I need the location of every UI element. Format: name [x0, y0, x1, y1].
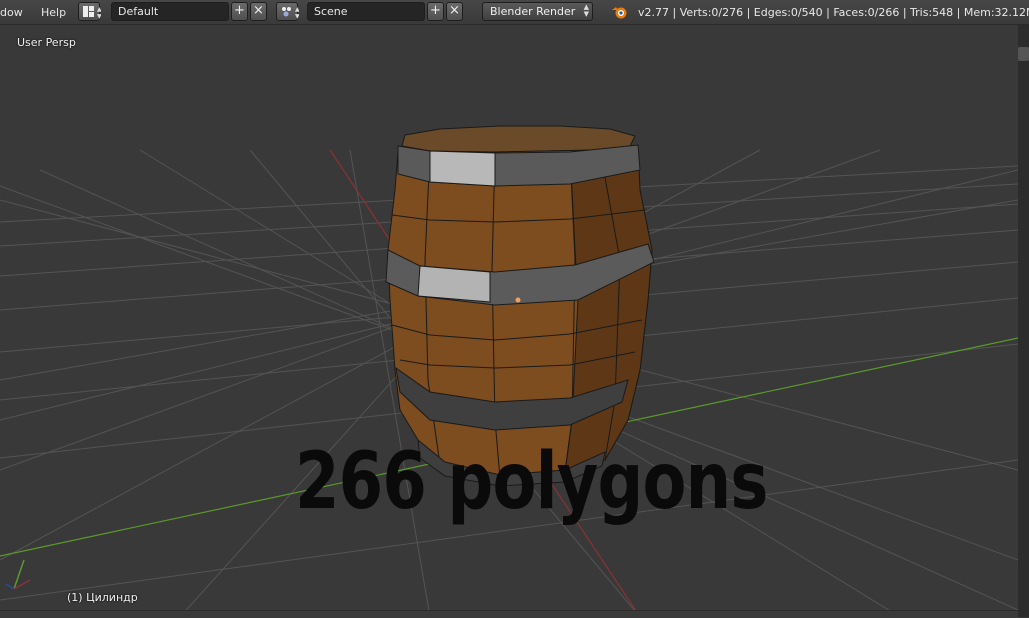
delete-layout-button[interactable]: × — [250, 2, 267, 21]
screen-layout-selector[interactable]: ▲ ▼ — [78, 2, 102, 21]
layout-grid-icon: ▲ ▼ — [83, 6, 102, 20]
svg-text:▲: ▲ — [295, 6, 299, 13]
scene-selector[interactable]: ▲ ▼ — [276, 2, 300, 21]
barrel-mesh — [385, 125, 655, 487]
menu-window[interactable]: dow — [0, 6, 23, 19]
right-panel-edge[interactable] — [1018, 25, 1029, 617]
close-icon: × — [253, 3, 264, 18]
3d-viewport[interactable]: User Persp (1) Цилиндр 266 polygons — [0, 25, 1018, 617]
add-layout-button[interactable]: + — [231, 2, 248, 21]
view-name-label: User Persp — [17, 36, 76, 49]
viewport-scene — [0, 25, 1018, 617]
svg-text:▼: ▼ — [97, 13, 101, 20]
polygon-count-caption: 266 polygons — [295, 437, 768, 527]
panel-toggle-icon[interactable] — [1018, 47, 1029, 61]
screen-layout-field[interactable]: Default — [111, 2, 229, 21]
info-header: dow Help ▲ ▼ Default + × ▲ ▼ Scene + × B… — [0, 0, 1029, 25]
render-engine-label: Blender Render — [490, 5, 576, 18]
blender-logo-icon — [612, 7, 627, 19]
add-scene-button[interactable]: + — [427, 2, 444, 21]
scene-icon: ▲ ▼ — [282, 6, 300, 20]
plus-icon: + — [234, 3, 245, 18]
object-origin-dot — [515, 297, 521, 303]
render-engine-dropdown[interactable]: Blender Render ▲ ▼ — [482, 2, 593, 21]
svg-text:▼: ▼ — [295, 13, 299, 20]
scene-statistics: v2.77 | Verts:0/276 | Edges:0/540 | Face… — [638, 6, 1029, 19]
scene-field[interactable]: Scene — [307, 2, 425, 21]
plus-icon: + — [430, 3, 441, 18]
delete-scene-button[interactable]: × — [446, 2, 463, 21]
menu-help[interactable]: Help — [41, 6, 66, 19]
active-object-label: (1) Цилиндр — [67, 591, 138, 604]
updown-arrows-icon: ▲ ▼ — [583, 3, 589, 18]
svg-text:▲: ▲ — [97, 6, 101, 13]
close-icon: × — [449, 3, 460, 18]
